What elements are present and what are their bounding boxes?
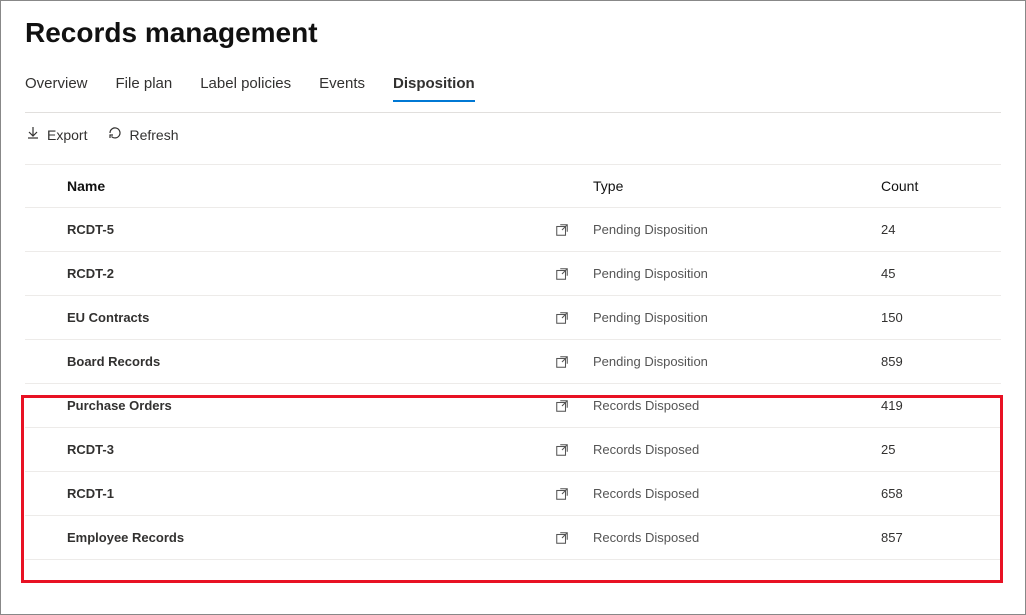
tab-bar: Overview File plan Label policies Events… <box>25 69 1001 102</box>
disposition-table: Name Type Count RCDT-5 Pending Dispositi… <box>25 164 1001 560</box>
cell-count: 857 <box>881 530 1001 545</box>
table-row[interactable]: RCDT-5 Pending Disposition24 <box>25 208 1001 252</box>
cell-name: Employee Records <box>67 530 537 545</box>
cell-name: RCDT-3 <box>67 442 537 457</box>
cell-type: Pending Disposition <box>587 310 881 325</box>
tab-events[interactable]: Events <box>319 69 365 102</box>
open-new-icon[interactable] <box>537 531 587 545</box>
cell-name: EU Contracts <box>67 310 537 325</box>
cell-type: Pending Disposition <box>587 354 881 369</box>
cell-count: 24 <box>881 222 1001 237</box>
open-new-icon[interactable] <box>537 399 587 413</box>
export-label: Export <box>47 127 87 143</box>
page-title: Records management <box>25 17 1001 49</box>
tab-label-policies[interactable]: Label policies <box>200 69 291 102</box>
tab-disposition[interactable]: Disposition <box>393 69 475 102</box>
open-new-icon[interactable] <box>537 267 587 281</box>
table-row[interactable]: RCDT-2 Pending Disposition45 <box>25 252 1001 296</box>
table-row[interactable]: Employee Records Records Disposed857 <box>25 516 1001 560</box>
refresh-button[interactable]: Refresh <box>107 125 178 144</box>
cell-type: Records Disposed <box>587 530 881 545</box>
cell-count: 658 <box>881 486 1001 501</box>
open-new-icon[interactable] <box>537 311 587 325</box>
open-new-icon[interactable] <box>537 487 587 501</box>
cell-name: RCDT-2 <box>67 266 537 281</box>
divider <box>25 112 1001 113</box>
open-new-icon[interactable] <box>537 443 587 457</box>
table-row[interactable]: Purchase Orders Records Disposed419 <box>25 384 1001 428</box>
tab-overview[interactable]: Overview <box>25 69 88 102</box>
cell-type: Records Disposed <box>587 486 881 501</box>
cell-name: Purchase Orders <box>67 398 537 413</box>
col-header-type[interactable]: Type <box>587 178 881 194</box>
table-header: Name Type Count <box>25 164 1001 208</box>
cell-count: 150 <box>881 310 1001 325</box>
table-row[interactable]: RCDT-1 Records Disposed658 <box>25 472 1001 516</box>
cell-name: RCDT-1 <box>67 486 537 501</box>
open-new-icon[interactable] <box>537 223 587 237</box>
download-icon <box>25 125 41 144</box>
table-row[interactable]: EU Contracts Pending Disposition150 <box>25 296 1001 340</box>
cell-name: RCDT-5 <box>67 222 537 237</box>
refresh-label: Refresh <box>129 127 178 143</box>
table-row[interactable]: Board Records Pending Disposition859 <box>25 340 1001 384</box>
table-row[interactable]: RCDT-3 Records Disposed25 <box>25 428 1001 472</box>
cell-type: Records Disposed <box>587 398 881 413</box>
open-new-icon[interactable] <box>537 355 587 369</box>
refresh-icon <box>107 125 123 144</box>
tab-file-plan[interactable]: File plan <box>116 69 173 102</box>
cell-count: 45 <box>881 266 1001 281</box>
export-button[interactable]: Export <box>25 125 87 144</box>
cell-count: 25 <box>881 442 1001 457</box>
cell-type: Records Disposed <box>587 442 881 457</box>
col-header-name[interactable]: Name <box>67 178 537 194</box>
toolbar: Export Refresh <box>25 125 1001 144</box>
col-header-count[interactable]: Count <box>881 178 1001 194</box>
cell-count: 419 <box>881 398 1001 413</box>
cell-count: 859 <box>881 354 1001 369</box>
cell-type: Pending Disposition <box>587 266 881 281</box>
cell-type: Pending Disposition <box>587 222 881 237</box>
cell-name: Board Records <box>67 354 537 369</box>
